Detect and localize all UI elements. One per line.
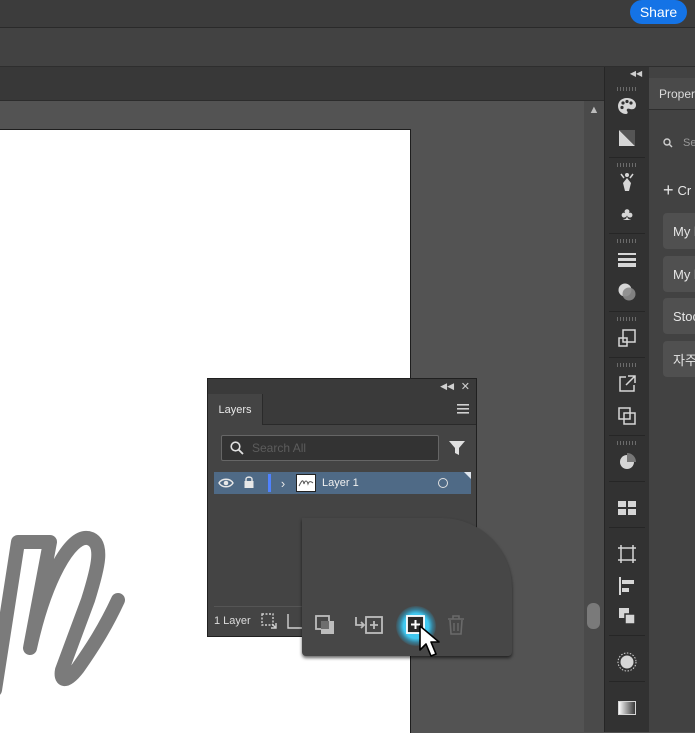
scrollbar-thumb[interactable]: [587, 603, 600, 629]
glow-circle-icon[interactable]: [613, 649, 641, 675]
layer-row[interactable]: › Layer 1: [214, 472, 471, 494]
tab-layers[interactable]: Layers: [208, 394, 263, 425]
hamburger-menu-icon[interactable]: [456, 402, 470, 416]
toolbar-grip[interactable]: [617, 317, 637, 321]
gradient-swatch-icon[interactable]: [613, 695, 641, 721]
script-lettering-artwork[interactable]: [0, 520, 140, 700]
close-icon[interactable]: ✕: [461, 380, 470, 393]
layer-thumbnail: [296, 474, 316, 492]
layer-count: 1 Layer: [214, 615, 251, 627]
artboard-icon[interactable]: [613, 541, 641, 567]
canvas-vertical-scrollbar[interactable]: [584, 101, 604, 732]
pathfinder-icon[interactable]: [613, 403, 641, 429]
app-top-bar: [0, 0, 695, 28]
target-circle-icon[interactable]: [438, 478, 448, 488]
scroll-up-arrow-icon[interactable]: ▲: [587, 103, 601, 117]
puppet-warp-icon[interactable]: [613, 169, 641, 195]
layers-search-input[interactable]: [252, 436, 432, 460]
toolbar-grip[interactable]: [617, 441, 637, 445]
collapse-panels-icon[interactable]: ◀◀: [626, 68, 646, 78]
create-sublayer-icon[interactable]: [354, 614, 384, 636]
links-icon[interactable]: [613, 603, 641, 629]
lock-icon[interactable]: [243, 475, 255, 489]
zoomed-footer-callout: [302, 518, 512, 656]
library-item[interactable]: My l: [663, 256, 695, 292]
export-icon[interactable]: [613, 371, 641, 397]
library-item[interactable]: 자주: [663, 341, 695, 377]
transform-icon[interactable]: [613, 325, 641, 351]
selection-indicator-icon[interactable]: [464, 472, 471, 479]
panel-dock-toolbar: ♣: [604, 67, 650, 732]
transparency-circles-icon[interactable]: [613, 279, 641, 305]
align-icon[interactable]: [613, 573, 641, 599]
toolbar-grip[interactable]: [617, 363, 637, 367]
chevron-right-icon[interactable]: ›: [277, 474, 289, 492]
recolor-icon[interactable]: [613, 449, 641, 475]
create-library-button[interactable]: + Cr: [663, 178, 695, 202]
layers-search-box[interactable]: [221, 435, 439, 461]
mouse-pointer-icon: [419, 625, 440, 657]
filter-icon[interactable]: [448, 439, 466, 457]
properties-panel: [649, 67, 695, 732]
layer-name[interactable]: Layer 1: [322, 475, 359, 491]
plus-icon: +: [663, 179, 674, 200]
delete-trash-icon[interactable]: [446, 614, 466, 636]
libraries-search-placeholder: Se: [683, 137, 695, 149]
toolbar-grip[interactable]: [617, 163, 637, 167]
layers-panel-titlebar[interactable]: ◀◀ ✕: [208, 379, 476, 394]
make-clipping-mask-icon[interactable]: [314, 614, 336, 636]
collect-for-export-icon[interactable]: [260, 612, 278, 630]
document-tab-strip: [0, 67, 604, 101]
toolbar-grip[interactable]: [617, 239, 637, 243]
layer-color-bar: [268, 474, 271, 492]
toolbar-grip[interactable]: [617, 87, 637, 91]
stroke-lines-icon[interactable]: [613, 247, 641, 273]
libraries-search[interactable]: Se: [663, 130, 695, 156]
properties-tab[interactable]: Proper: [649, 78, 695, 110]
collapse-panel-icon[interactable]: ◀◀: [440, 381, 454, 392]
eye-visibility-icon[interactable]: [218, 476, 234, 490]
share-button[interactable]: Share: [630, 0, 687, 24]
library-item[interactable]: My l: [663, 213, 695, 249]
gradient-triangle-icon[interactable]: [613, 125, 641, 151]
search-icon: [230, 441, 244, 455]
search-icon: [663, 138, 673, 148]
library-item[interactable]: Stoc: [663, 298, 695, 334]
swatch-grid-icon[interactable]: [613, 495, 641, 521]
options-bar: [0, 28, 695, 67]
create-library-label: Cr: [677, 182, 692, 198]
club-symbol-icon[interactable]: ♣: [613, 201, 641, 227]
palette-icon[interactable]: [613, 93, 641, 119]
